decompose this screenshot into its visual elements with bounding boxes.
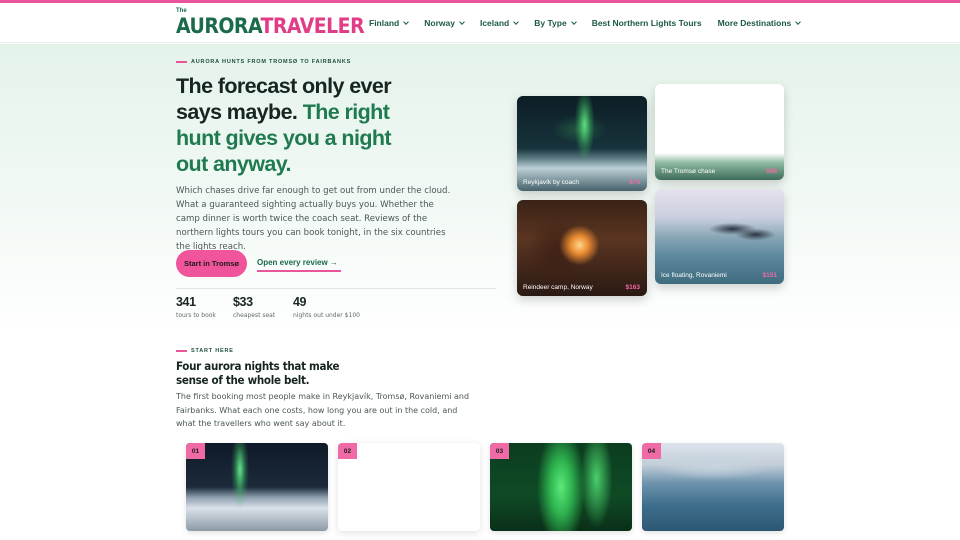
open-every-review-label: Open every review → <box>257 258 338 267</box>
tile-number-badge: 04 <box>642 443 661 459</box>
stat-tours: 341 tours to book <box>176 295 216 319</box>
feature-card-tromso[interactable]: The Tromsø chase $98 <box>655 84 784 180</box>
nav-by-type-label: By Type <box>534 18 567 28</box>
card-caption: Ice floating, Rovaniemi <box>661 272 727 279</box>
start-eyebrow: START HERE <box>176 348 234 354</box>
nav-by-type[interactable]: By Type <box>534 18 577 28</box>
card-price: $98 <box>766 168 777 175</box>
start-section-title: Four aurora nights that make sense of th… <box>176 359 340 387</box>
card-caption: The Tromsø chase <box>661 168 716 175</box>
tile-number-badge: 01 <box>186 443 205 459</box>
stat-nights-label: nights out under $100 <box>293 312 360 319</box>
stat-tours-value: 341 <box>176 295 196 309</box>
guide-tile-3[interactable]: 03 <box>490 443 632 531</box>
card-price: $163 <box>625 284 640 291</box>
nav-norway-label: Norway <box>424 18 455 28</box>
start-in-tromso-button[interactable]: Start in Tromsø <box>176 250 247 277</box>
tile-number-badge: 02 <box>338 443 357 459</box>
chevron-down-icon <box>403 18 410 25</box>
chevron-down-icon <box>513 18 520 25</box>
feature-card-reindeer[interactable]: Reindeer camp, Norway $163 <box>517 200 647 296</box>
card-price: $74 <box>629 179 640 186</box>
feature-card-reykjavik[interactable]: Reykjavík by coach $74 <box>517 96 647 191</box>
nav-best-tours-label: Best Northern Lights Tours <box>591 18 702 28</box>
start-eyebrow-text: START HERE <box>191 348 234 354</box>
hero-eyebrow-text: AURORA HUNTS FROM TROMSØ TO FAIRBANKS <box>191 59 352 65</box>
stat-tours-label: tours to book <box>176 312 216 319</box>
nav-finland[interactable]: Finland <box>369 18 410 28</box>
nav-iceland-label: Iceland <box>479 18 510 28</box>
card-caption: Reindeer camp, Norway <box>523 284 593 291</box>
guide-tile-1[interactable]: 01 <box>186 443 328 531</box>
hero-lead: Which chases drive far enough to get out… <box>176 186 451 252</box>
start-section-lead: The first booking most people make in Re… <box>176 392 470 428</box>
stat-cheapest-value: $33 <box>233 295 253 309</box>
nav-best-tours[interactable]: Best Northern Lights Tours <box>592 18 702 28</box>
link-underline <box>257 270 341 272</box>
site-header: The AURORATRAVELER Finland Norway Icelan… <box>0 3 960 43</box>
stats-divider <box>176 288 496 289</box>
chevron-down-icon <box>795 18 802 25</box>
nav-iceland[interactable]: Iceland <box>479 18 520 28</box>
stat-nights: 49 nights out under $100 <box>293 295 360 319</box>
nav-finland-label: Finland <box>369 18 400 28</box>
site-logo[interactable]: The AURORATRAVELER <box>176 8 365 40</box>
chevron-down-icon <box>459 18 465 25</box>
guide-tile-2[interactable]: 02 <box>338 443 480 531</box>
logo-traveler: TRAVELER <box>260 14 365 38</box>
main-nav: Finland Norway Iceland By Type Best Nort… <box>369 15 802 31</box>
stat-nights-value: 49 <box>293 295 307 309</box>
open-every-review-link[interactable]: Open every review → <box>257 258 341 272</box>
hero-section <box>0 44 960 336</box>
card-caption: Reykjavík by coach <box>523 179 579 186</box>
card-price: $151 <box>762 272 777 279</box>
eyebrow-dash <box>176 61 187 63</box>
guide-tile-4[interactable]: 04 <box>642 443 784 531</box>
chevron-down-icon <box>570 18 577 25</box>
eyebrow-dash <box>176 350 187 352</box>
stat-cheapest-label: cheapest seat <box>233 312 276 319</box>
nav-more-destinations[interactable]: More Destinations <box>717 18 802 28</box>
logo-aurora: AURORA <box>176 14 261 38</box>
tile-number-badge: 03 <box>490 443 509 459</box>
hero-eyebrow: AURORA HUNTS FROM TROMSØ TO FAIRBANKS <box>176 59 351 65</box>
hero-headline: The forecast only ever says maybe. The r… <box>176 73 416 177</box>
nav-more-destinations-label: More Destinations <box>717 18 792 28</box>
stat-cheapest: $33 cheapest seat <box>233 295 275 319</box>
nav-norway[interactable]: Norway <box>424 18 465 28</box>
feature-card-ice-floating[interactable]: Ice floating, Rovaniemi $151 <box>655 189 784 284</box>
logo-wordmark: AURORATRAVELER <box>176 14 365 38</box>
